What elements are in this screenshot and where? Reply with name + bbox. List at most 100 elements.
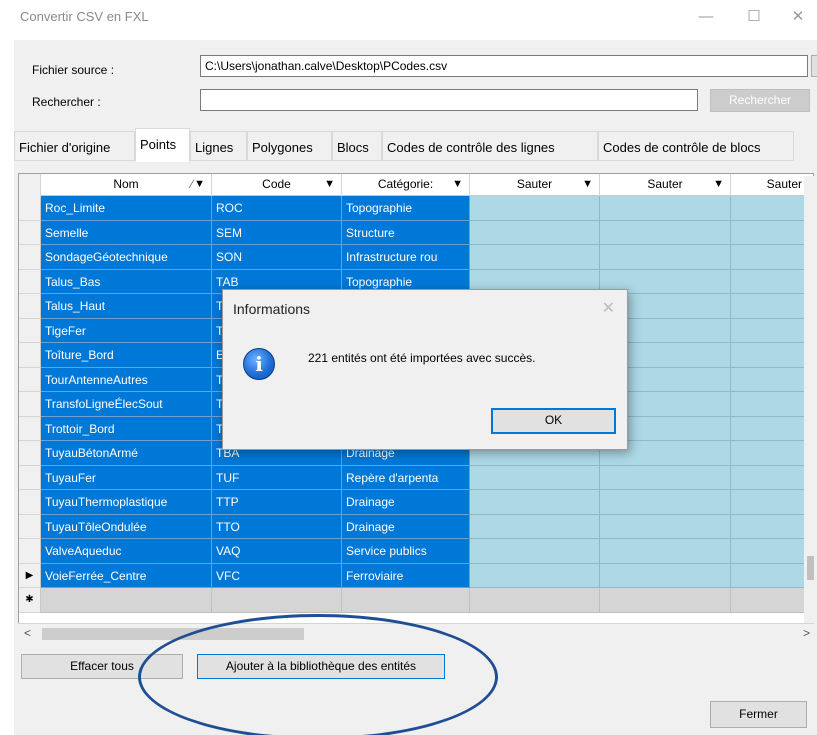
cell-code[interactable]: TTP: [212, 490, 342, 515]
cell-sauter[interactable]: [600, 196, 731, 221]
cell-sauter[interactable]: [731, 588, 813, 613]
clear-all-button[interactable]: Effacer tous: [21, 654, 183, 679]
cell-sauter[interactable]: [731, 318, 813, 343]
cell-sauter[interactable]: [470, 514, 600, 539]
cell-cat[interactable]: Topographie: [342, 196, 470, 221]
cell-nom[interactable]: [41, 588, 212, 613]
column-header-sauter-1[interactable]: Sauter ▼: [470, 174, 600, 196]
row-header[interactable]: [19, 392, 41, 417]
table-row[interactable]: Roc_Limite ROC Topographie: [19, 196, 813, 221]
cell-code[interactable]: ROC: [212, 196, 342, 221]
cell-cat[interactable]: Drainage: [342, 490, 470, 515]
vertical-scroll-thumb[interactable]: [807, 556, 814, 580]
row-header[interactable]: ▶: [19, 563, 41, 588]
cell-nom[interactable]: TuyauFer: [41, 465, 212, 490]
row-header[interactable]: ✱: [19, 588, 41, 613]
dialog-close-icon[interactable]: ✕: [602, 298, 615, 318]
table-row[interactable]: TuyauFer TUF Repère d'arpenta: [19, 465, 813, 490]
cell-sauter[interactable]: [470, 563, 600, 588]
vertical-scrollbar[interactable]: [804, 176, 817, 635]
cell-sauter[interactable]: [470, 490, 600, 515]
row-header[interactable]: [19, 416, 41, 441]
table-row[interactable]: Semelle SEM Structure: [19, 220, 813, 245]
tab-points[interactable]: Points: [135, 128, 190, 162]
cell-sauter[interactable]: [731, 563, 813, 588]
table-row[interactable]: ValveAqueduc VAQ Service publics: [19, 539, 813, 564]
close-icon[interactable]: ✕: [778, 4, 817, 30]
tab-codes-lignes[interactable]: Codes de contrôle des lignes: [382, 131, 598, 161]
minimize-icon[interactable]: —: [686, 4, 726, 30]
new-row[interactable]: ✱: [19, 588, 813, 613]
column-header-sauter-2[interactable]: Sauter ▼: [600, 174, 731, 196]
filter-icon[interactable]: ▼: [582, 178, 593, 190]
cell-sauter[interactable]: [731, 514, 813, 539]
cell-nom[interactable]: Toîture_Bord: [41, 343, 212, 368]
cell-nom[interactable]: Talus_Haut: [41, 294, 212, 319]
row-header[interactable]: [19, 294, 41, 319]
row-header[interactable]: [19, 514, 41, 539]
add-to-library-button[interactable]: Ajouter à la bibliothèque des entités: [197, 654, 445, 679]
scroll-right-icon[interactable]: >: [803, 626, 810, 640]
cell-nom[interactable]: Talus_Bas: [41, 269, 212, 294]
maximize-icon[interactable]: ☐: [734, 4, 774, 30]
cell-cat[interactable]: Repère d'arpenta: [342, 465, 470, 490]
column-header-sauter-3[interactable]: Sauter: [731, 174, 813, 196]
cell-code[interactable]: TUF: [212, 465, 342, 490]
cell-nom[interactable]: Roc_Limite: [41, 196, 212, 221]
table-row[interactable]: TuyauTôleOndulée TTO Drainage: [19, 514, 813, 539]
row-header[interactable]: [19, 343, 41, 368]
table-row[interactable]: SondageGéotechnique SON Infrastructure rou: [19, 245, 813, 270]
cell-cat[interactable]: Ferroviaire: [342, 563, 470, 588]
tab-lignes[interactable]: Lignes: [190, 131, 247, 161]
cell-nom[interactable]: Semelle: [41, 220, 212, 245]
filter-icon[interactable]: ▼: [194, 178, 205, 190]
row-header[interactable]: [19, 441, 41, 466]
cell-sauter[interactable]: [731, 196, 813, 221]
cell-nom[interactable]: VoieFerrée_Centre: [41, 563, 212, 588]
cell-sauter[interactable]: [470, 588, 600, 613]
tab-codes-blocs[interactable]: Codes de contrôle de blocs: [598, 131, 794, 161]
row-header[interactable]: [19, 245, 41, 270]
row-header[interactable]: [19, 318, 41, 343]
column-header-nom[interactable]: Nom ⁄ ▼: [41, 174, 212, 196]
filter-icon[interactable]: ▼: [713, 178, 724, 190]
cell-sauter[interactable]: [470, 245, 600, 270]
row-header[interactable]: [19, 490, 41, 515]
cell-sauter[interactable]: [731, 294, 813, 319]
cell-sauter[interactable]: [731, 367, 813, 392]
cell-sauter[interactable]: [731, 441, 813, 466]
cell-nom[interactable]: TuyauTôleOndulée: [41, 514, 212, 539]
tab-polygones[interactable]: Polygones: [247, 131, 332, 161]
column-header-code[interactable]: Code ▼: [212, 174, 342, 196]
cell-nom[interactable]: TuyauThermoplastique: [41, 490, 212, 515]
cell-sauter[interactable]: [600, 245, 731, 270]
row-header[interactable]: [19, 269, 41, 294]
cell-cat[interactable]: Service publics: [342, 539, 470, 564]
cell-code[interactable]: VAQ: [212, 539, 342, 564]
row-header[interactable]: [19, 220, 41, 245]
cell-code[interactable]: [212, 588, 342, 613]
cell-sauter[interactable]: [731, 392, 813, 417]
cell-sauter[interactable]: [731, 465, 813, 490]
cell-sauter[interactable]: [731, 539, 813, 564]
cell-sauter[interactable]: [600, 514, 731, 539]
cell-nom[interactable]: SondageGéotechnique: [41, 245, 212, 270]
search-input[interactable]: [200, 89, 698, 111]
filter-icon[interactable]: ▼: [452, 178, 463, 190]
cell-cat[interactable]: Structure: [342, 220, 470, 245]
filter-icon[interactable]: ▼: [324, 178, 335, 190]
cell-sauter[interactable]: [600, 465, 731, 490]
cell-code[interactable]: SEM: [212, 220, 342, 245]
cell-sauter[interactable]: [600, 490, 731, 515]
tab-blocs[interactable]: Blocs: [332, 131, 382, 161]
horizontal-scrollbar[interactable]: < >: [18, 623, 814, 642]
cell-code[interactable]: SON: [212, 245, 342, 270]
tab-fichier-origine[interactable]: Fichier d'origine: [14, 131, 135, 161]
cell-sauter[interactable]: [600, 588, 731, 613]
cell-sauter[interactable]: [731, 245, 813, 270]
cell-nom[interactable]: TourAntenneAutres: [41, 367, 212, 392]
cell-sauter[interactable]: [731, 269, 813, 294]
cell-sauter[interactable]: [731, 416, 813, 441]
cell-nom[interactable]: TuyauBétonArmé: [41, 441, 212, 466]
row-header[interactable]: [19, 465, 41, 490]
